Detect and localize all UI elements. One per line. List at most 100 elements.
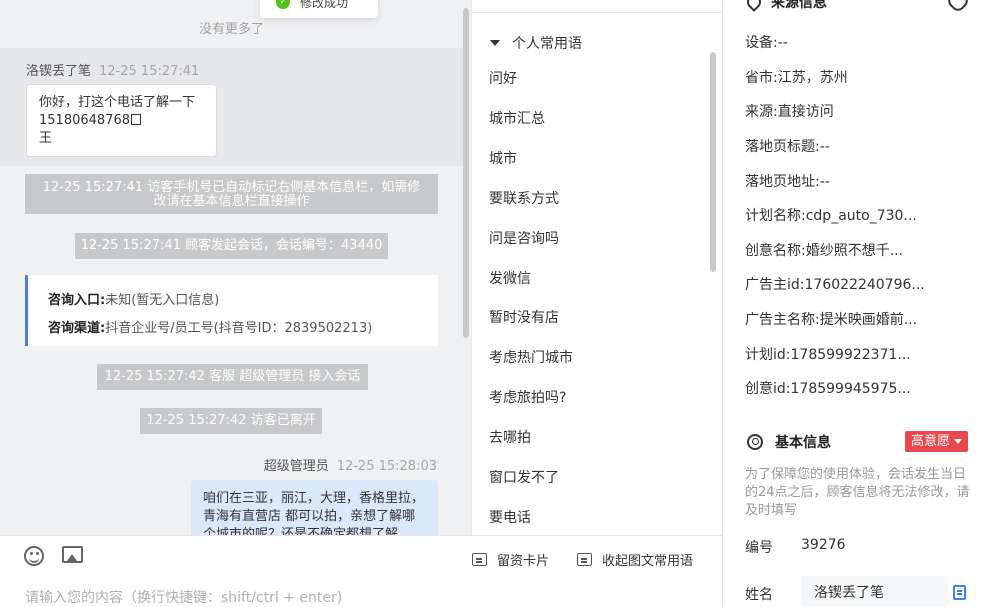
toast-text: 修改成功 — [300, 0, 349, 10]
phrase-item[interactable]: 城市 — [489, 148, 517, 168]
row-value: -- — [777, 35, 788, 51]
visitor-msg-line: 你好，打这个电话了解一下 — [39, 95, 196, 110]
phrase-item[interactable]: 要电话 — [489, 507, 531, 527]
row-label: 计划id: — [745, 347, 791, 363]
info-row-landing-title: 落地页标题:-- — [745, 136, 830, 156]
caret-down-icon — [490, 40, 500, 46]
agent-msg-time: 12-25 15:28:03 — [336, 459, 437, 474]
collapse-phrases-label: 收起图文常用语 — [602, 554, 694, 569]
basic-title-text: 基本信息 — [775, 435, 831, 451]
phrase-item[interactable]: 去哪拍 — [489, 427, 531, 447]
check-icon: ✓ — [276, 0, 290, 9]
phrase-item[interactable]: 要联系方式 — [489, 188, 559, 208]
system-message: 12-25 15:27:42 客服 超级管理员 接入会话 — [97, 364, 368, 390]
visitor-message-bubble[interactable]: 你好，打这个电话了解一下 15180648768 王 — [26, 84, 217, 157]
source-title-text: 来源信息 — [771, 0, 827, 11]
success-toast: ✓ 修改成功 — [260, 0, 378, 18]
system-message: 12-25 15:27:41 顾客发起会话，会话编号：43440 — [75, 233, 388, 259]
entry-label: 咨询入口: — [48, 293, 106, 308]
row-label: 创意名称: — [745, 243, 806, 259]
message-card-icon — [472, 553, 487, 566]
chat-scrollbar[interactable] — [463, 8, 469, 338]
number-label: 编号 — [745, 540, 773, 556]
leave-card-label: 留资卡片 — [497, 554, 550, 569]
settings-icon[interactable] — [945, 0, 971, 14]
channel-label: 咨询渠道: — [48, 321, 106, 336]
agent-msg-meta: 超级管理员 12-25 15:28:03 — [264, 455, 437, 474]
customer-info-panel: 来源信息 设备:-- 省市:江苏，苏州 来源:直接访问 落地页标题:-- 落地页… — [722, 0, 991, 607]
intent-label: 高意愿 — [911, 434, 951, 449]
row-value: 178599945975... — [790, 381, 911, 397]
row-label: 来源: — [745, 104, 778, 120]
entry-value: 未知(暂无入口信息) — [105, 293, 220, 308]
agent-message-bubble[interactable]: 咱们在三亚，丽江，大理，香格里拉，青海有直营店 都可以拍，亲想了解哪个城市的呢？… — [191, 480, 438, 535]
caret-down-icon — [954, 439, 963, 444]
app-root: 没有更多了 洛锲丢了笔 12-25 15:27:41 你好，打这个电话了解一下 1… — [0, 0, 991, 607]
message-card-icon — [577, 553, 592, 566]
leave-card-button[interactable]: 留资卡片 — [472, 550, 549, 569]
phrase-group-label: 个人常用语 — [512, 36, 582, 52]
row-label: 广告主id: — [745, 277, 805, 293]
number-value: 39276 — [801, 537, 846, 553]
edit-notice: 为了保障您的使用体验，会话发生当日的24点之后，顾客信息将无法修改，请及时填写 — [745, 467, 970, 518]
channel-value: 抖音企业号/员工号(抖音号ID：2839502213) — [105, 321, 373, 336]
name-field[interactable]: 洛锲丢了笔 — [801, 576, 949, 607]
name-label: 姓名 — [745, 587, 773, 603]
phrase-item[interactable]: 考虑旅拍吗? — [489, 387, 566, 407]
row-label: 落地页地址: — [745, 174, 820, 190]
agent-name: 超级管理员 — [263, 459, 329, 474]
row-value: 直接访问 — [777, 104, 834, 120]
phrase-item[interactable]: 窗口发不了 — [489, 467, 559, 487]
row-label: 省市: — [745, 70, 778, 86]
phrases-scrollbar[interactable] — [710, 52, 716, 272]
message-input-area[interactable]: 留资卡片 收起图文常用语 请输入您的内容（换行快捷键：shift/ctrl + … — [0, 535, 722, 607]
info-row-source: 来源:直接访问 — [745, 101, 834, 121]
message-input-placeholder[interactable]: 请输入您的内容（换行快捷键：shift/ctrl + enter) — [25, 587, 342, 607]
row-label: 广告主名称: — [745, 312, 820, 328]
row-label: 设备: — [745, 35, 778, 51]
row-value: 婚纱照不想千... — [805, 243, 904, 259]
phrase-item[interactable]: 城市汇总 — [489, 108, 545, 128]
phrase-group-header[interactable]: 个人常用语 — [490, 33, 582, 53]
emoji-icon[interactable] — [24, 546, 44, 566]
row-value: -- — [819, 174, 830, 190]
system-message: 12-25 15:27:42 访客已离开 — [140, 408, 322, 434]
basic-info-title: 基本信息 — [747, 432, 831, 452]
phone-number: 15180648768 — [39, 113, 130, 128]
phrase-item[interactable]: 考虑热门城市 — [489, 347, 573, 367]
phrase-item[interactable]: 问是咨询吗 — [489, 228, 559, 248]
visitor-msg-line: 王 — [39, 131, 53, 146]
user-circle-icon — [747, 434, 763, 450]
system-message: 12-25 15:27:41 访客手机号已自动标记右侧基本信息栏，如需修改请在基… — [25, 174, 438, 214]
row-value: 176022240796... — [804, 277, 925, 293]
info-row-region: 省市:江苏，苏州 — [745, 67, 848, 87]
divider — [472, 12, 722, 13]
row-value: 江苏，苏州 — [777, 70, 848, 86]
row-label: 创意id: — [745, 381, 791, 397]
visitor-name: 洛锲丢了笔 — [26, 64, 92, 79]
chat-panel[interactable]: 没有更多了 洛锲丢了笔 12-25 15:27:41 你好，打这个电话了解一下 1… — [0, 0, 471, 535]
phrases-panel: 个人常用语 问好 城市汇总 城市 要联系方式 问是咨询吗 发微信 暂时没有店 考… — [471, 0, 722, 535]
visitor-msg-meta: 洛锲丢了笔 12-25 15:27:41 — [26, 60, 199, 79]
source-info-title: 来源信息 — [747, 0, 827, 12]
info-row-device: 设备:-- — [745, 32, 788, 52]
copy-icon[interactable] — [130, 114, 141, 125]
row-value: cdp_auto_730... — [805, 208, 917, 224]
image-icon[interactable] — [62, 546, 83, 563]
visitor-msg-time: 12-25 15:27:41 — [99, 64, 200, 79]
info-row-advertiser-id: 广告主id:176022240796... — [745, 274, 925, 294]
info-row-creative-name: 创意名称:婚纱照不想千... — [745, 240, 903, 260]
row-label: 落地页标题: — [745, 139, 820, 155]
phrase-item[interactable]: 问好 — [489, 68, 517, 88]
phrase-item[interactable]: 发微信 — [489, 268, 531, 288]
intent-dropdown[interactable]: 高意愿 — [905, 431, 969, 452]
row-value: 178599922371... — [790, 347, 911, 363]
copy-icon[interactable] — [953, 585, 966, 600]
phrase-item[interactable]: 暂时没有店 — [489, 307, 559, 327]
info-row-creative-id: 创意id:178599945975... — [745, 378, 911, 398]
row-value: 提米映画婚前... — [819, 312, 918, 328]
row-label: 计划名称: — [745, 208, 806, 224]
info-row-landing-url: 落地页地址:-- — [745, 171, 830, 191]
info-row-plan-name: 计划名称:cdp_auto_730... — [745, 205, 917, 225]
collapse-phrases-button[interactable]: 收起图文常用语 — [577, 550, 693, 569]
